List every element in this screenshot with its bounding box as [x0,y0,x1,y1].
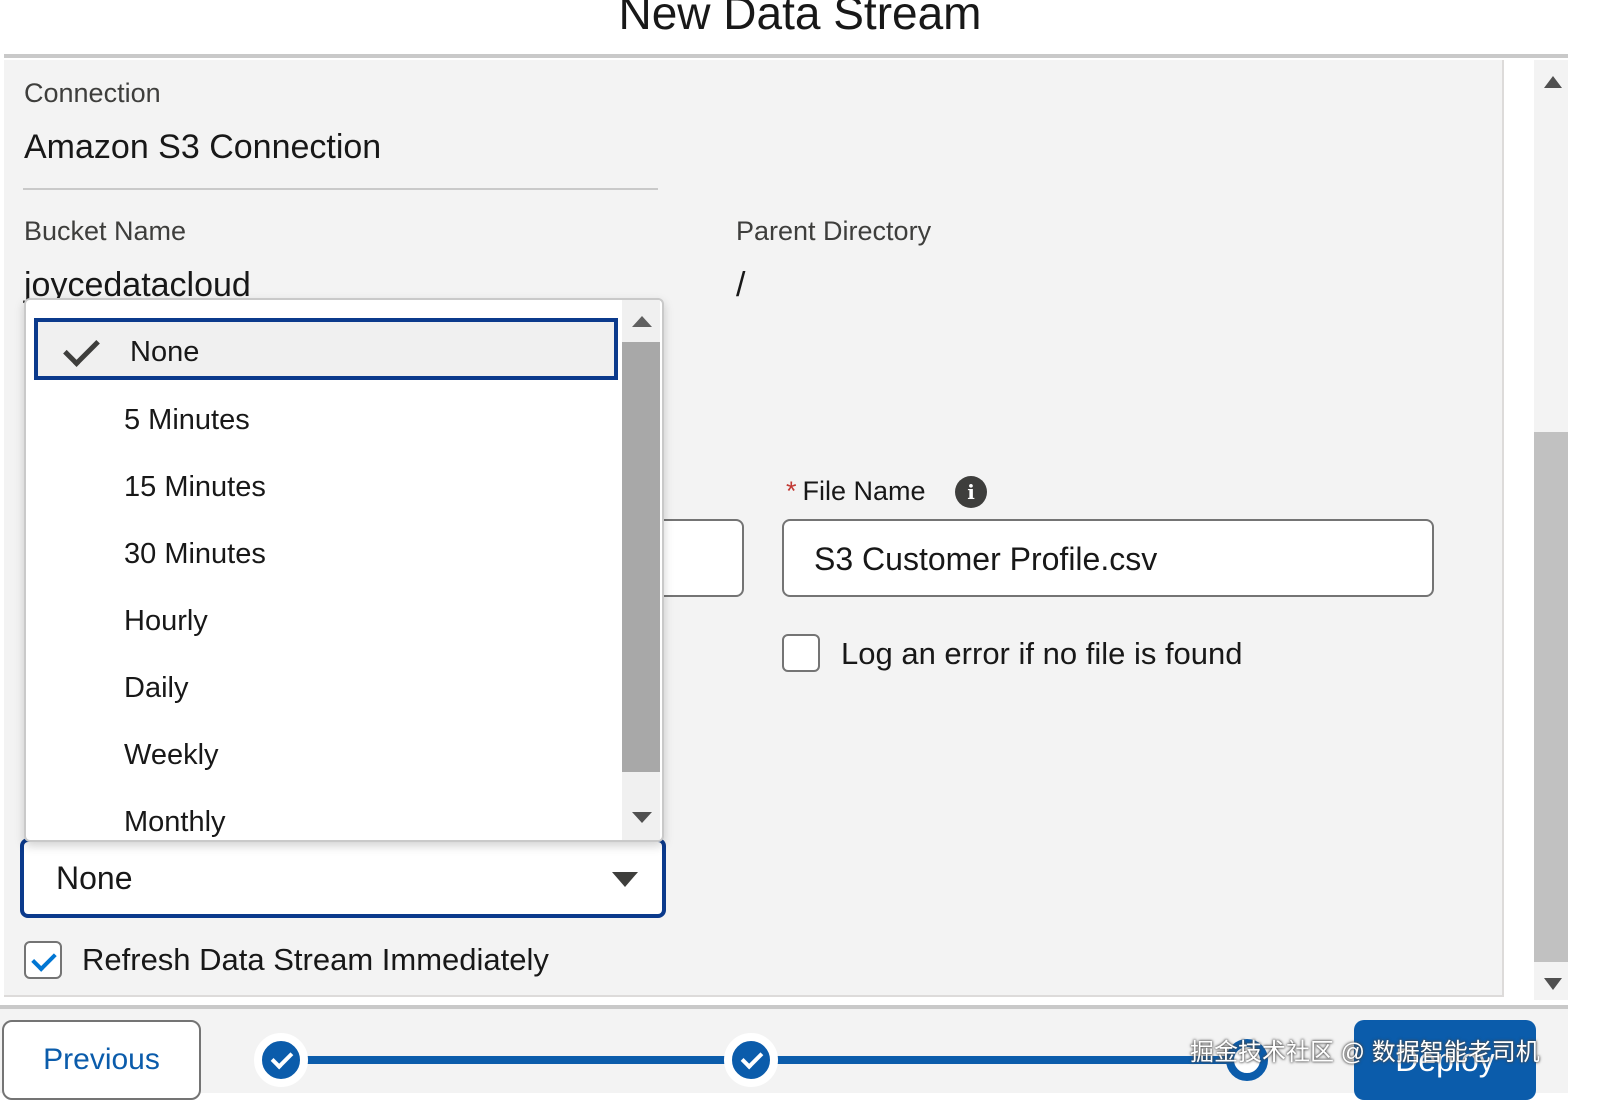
option-monthly[interactable]: Monthly [32,792,618,840]
modal-title: New Data Stream [618,0,982,39]
header-divider [4,54,1568,58]
previous-button[interactable]: Previous [2,1020,201,1100]
scroll-up-icon[interactable] [1544,76,1562,88]
refresh-immediately-label: Refresh Data Stream Immediately [82,942,549,977]
progress-step-completed[interactable] [724,1033,778,1087]
option-none[interactable]: None [34,318,618,380]
parent-directory-label: Parent Directory [736,216,932,246]
page-scrollbar[interactable] [1534,60,1568,1000]
refresh-immediately-checkbox[interactable] [24,941,62,979]
log-error-checkbox[interactable] [782,634,820,672]
refresh-schedule-value: None [56,860,133,896]
parent-directory-value: / [736,266,746,304]
info-icon[interactable]: i [955,476,987,508]
required-marker: * [786,476,797,506]
refresh-schedule-listbox[interactable]: None 5 Minutes 15 Minutes 30 Minutes Hou… [24,298,664,842]
option-5-minutes[interactable]: 5 Minutes [32,390,618,454]
bucket-name-label: Bucket Name [24,216,187,246]
connection-label: Connection [24,78,161,108]
connection-divider [23,188,658,190]
scroll-down-icon[interactable] [1544,978,1562,990]
watermark-text: 掘金技术社区 @ 数据智能老司机 [1190,1039,1540,1066]
progress-step-completed[interactable] [254,1033,308,1087]
scroll-up-icon[interactable] [632,316,652,327]
option-30-minutes[interactable]: 30 Minutes [32,524,618,588]
file-name-label-text: File Name [802,476,926,506]
listbox-scroll-thumb[interactable] [622,342,660,772]
scroll-down-icon[interactable] [632,812,652,823]
option-daily[interactable]: Daily [32,658,618,722]
scroll-thumb[interactable] [1534,432,1568,962]
log-error-label: Log an error if no file is found [841,636,1243,671]
file-name-label: * File Name [786,476,926,507]
chevron-down-icon[interactable] [612,872,638,887]
option-hourly[interactable]: Hourly [32,591,618,655]
file-name-input[interactable]: S3 Customer Profile.csv [782,519,1434,597]
progress-bar-segment [300,1056,730,1064]
checkmark-icon [63,330,100,367]
connection-value: Amazon S3 Connection [24,128,382,166]
option-15-minutes[interactable]: 15 Minutes [32,457,618,521]
option-weekly[interactable]: Weekly [32,725,618,789]
progress-bar-segment [770,1056,1230,1064]
refresh-schedule-combobox[interactable]: None [20,838,666,918]
listbox-scrollbar[interactable] [622,300,660,840]
